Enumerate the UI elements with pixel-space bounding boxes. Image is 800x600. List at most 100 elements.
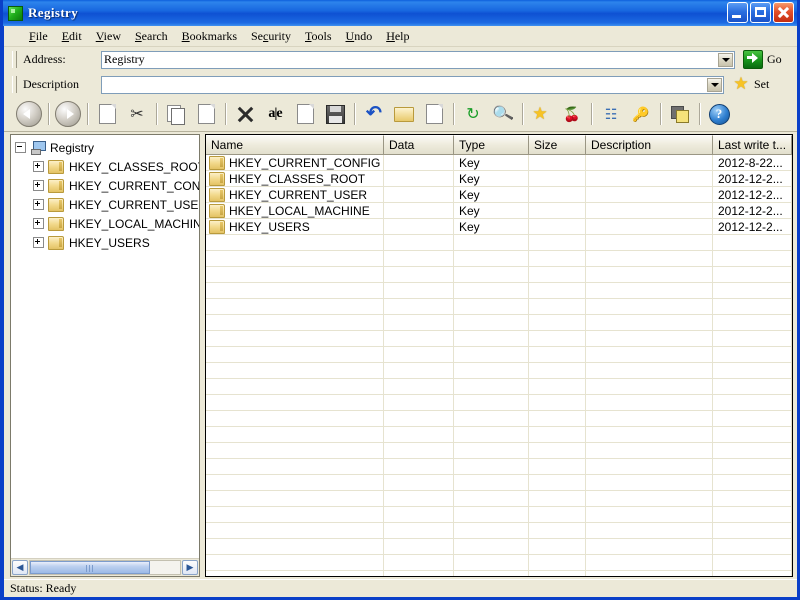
find-button[interactable]: 🔍 [488,100,518,128]
expand-expander-icon[interactable] [33,218,44,229]
menu-bookmarks[interactable]: Bookmarks [175,28,244,45]
back-button[interactable] [14,100,44,128]
table-row-empty[interactable] [206,523,792,539]
new-key-button[interactable] [389,100,419,128]
menu-security[interactable]: Security [244,28,298,45]
favorites-button[interactable]: 🍒 [557,100,587,128]
menu-help[interactable]: Help [379,28,416,45]
close-button[interactable] [773,2,794,23]
table-row[interactable]: HKEY_LOCAL_MACHINE Key 2012-12-2... [206,203,792,219]
table-row-empty[interactable] [206,235,792,251]
menu-search[interactable]: Search [128,28,175,45]
scrollbar-thumb[interactable] [30,561,150,574]
description-dropdown-arrow[interactable] [707,77,722,92]
table-row[interactable]: HKEY_CURRENT_USER Key 2012-12-2... [206,187,792,203]
table-row-empty[interactable] [206,267,792,283]
column-header-type[interactable]: Type [454,135,529,154]
cell-empty [586,379,713,394]
table-row-empty[interactable] [206,379,792,395]
tree-root-registry[interactable]: Registry [15,138,199,157]
scrollbar-track[interactable] [29,560,181,575]
network-button[interactable]: ☷ [596,100,626,128]
description-bar-grip[interactable] [12,76,17,93]
table-row-empty[interactable] [206,443,792,459]
cut-button[interactable]: ✂ [122,100,152,128]
table-row-empty[interactable] [206,507,792,523]
expand-expander-icon[interactable] [33,161,44,172]
menu-undo[interactable]: Undo [339,28,380,45]
table-row-empty[interactable] [206,459,792,475]
table-row[interactable]: HKEY_USERS Key 2012-12-2... [206,219,792,235]
export-button[interactable] [92,100,122,128]
collapse-expander-icon[interactable] [15,142,26,153]
table-row-empty[interactable] [206,363,792,379]
table-row[interactable]: HKEY_CURRENT_CONFIG Key 2012-8-22... [206,155,792,171]
bookmark-button[interactable]: ★ [527,100,557,128]
expand-expander-icon[interactable] [33,237,44,248]
table-row-empty[interactable] [206,571,792,576]
column-header-size[interactable]: Size [529,135,586,154]
table-row-empty[interactable] [206,315,792,331]
column-header-data[interactable]: Data [384,135,454,154]
tree-item-hkey-local-machine[interactable]: HKEY_LOCAL_MACHINE [15,214,199,233]
menu-edit[interactable]: Edit [55,28,89,45]
undo-button[interactable]: ↶ [359,100,389,128]
save-button[interactable] [320,100,350,128]
paste-button[interactable] [191,100,221,128]
table-row-empty[interactable] [206,299,792,315]
new-value-button[interactable] [419,100,449,128]
tree-item-hkey-users[interactable]: HKEY_USERS [15,233,199,252]
expand-expander-icon[interactable] [33,199,44,210]
expand-expander-icon[interactable] [33,180,44,191]
table-row-empty[interactable] [206,251,792,267]
list-body[interactable]: HKEY_CURRENT_CONFIG Key 2012-8-22... HKEY_C… [206,155,792,576]
address-bar-grip[interactable] [12,51,17,68]
tree-item-hkey-current-user[interactable]: HKEY_CURRENT_USER [15,195,199,214]
refresh-button[interactable]: ↻ [458,100,488,128]
folder-icon [48,235,64,250]
table-row-empty[interactable] [206,427,792,443]
modify-button[interactable] [290,100,320,128]
address-input[interactable] [102,52,734,67]
tree-item-hkey-current-config[interactable]: HKEY_CURRENT_CONFIG [15,176,199,195]
column-header-name[interactable]: Name [206,135,384,154]
table-row-empty[interactable] [206,331,792,347]
table-row-empty[interactable] [206,539,792,555]
forward-button[interactable] [53,100,83,128]
table-row-empty[interactable] [206,347,792,363]
description-input[interactable] [102,77,723,92]
table-row-empty[interactable] [206,491,792,507]
cell-empty [384,555,454,570]
menu-view[interactable]: View [89,28,128,45]
copy-button[interactable] [161,100,191,128]
table-row-empty[interactable] [206,283,792,299]
table-row-empty[interactable] [206,475,792,491]
scroll-right-button[interactable]: ▶ [182,560,198,575]
help-button[interactable]: ? [704,100,734,128]
scroll-left-button[interactable]: ◀ [12,560,28,575]
cell-empty [206,283,384,298]
column-header-last-write-t[interactable]: Last write t... [713,135,792,154]
table-row-empty[interactable] [206,411,792,427]
tree-horizontal-scrollbar[interactable]: ◀ ▶ [11,558,199,576]
address-combobox[interactable] [101,50,735,69]
description-combobox[interactable] [101,75,724,94]
tree-item-hkey-classes-root[interactable]: HKEY_CLASSES_ROOT [15,157,199,176]
table-row-empty[interactable] [206,555,792,571]
column-header-description[interactable]: Description [586,135,713,154]
maximize-button[interactable] [750,2,771,23]
set-button[interactable]: ★ Set [732,75,769,93]
table-row[interactable]: HKEY_CLASSES_ROOT Key 2012-12-2... [206,171,792,187]
menu-file[interactable]: File [22,28,55,45]
permissions-button[interactable]: 🔑 [626,100,656,128]
windows-button[interactable] [665,100,695,128]
cell-empty [713,555,792,570]
table-row-empty[interactable] [206,395,792,411]
menu-tools[interactable]: Tools [298,28,339,45]
registry-tree[interactable]: Registry HKEY_CLASSES_ROOT HKEY_CURRENT_… [11,135,199,558]
address-dropdown-arrow[interactable] [718,52,733,67]
delete-button[interactable] [230,100,260,128]
rename-button[interactable]: a|e [260,100,290,128]
minimize-button[interactable] [727,2,748,23]
go-button[interactable]: Go [743,50,782,69]
